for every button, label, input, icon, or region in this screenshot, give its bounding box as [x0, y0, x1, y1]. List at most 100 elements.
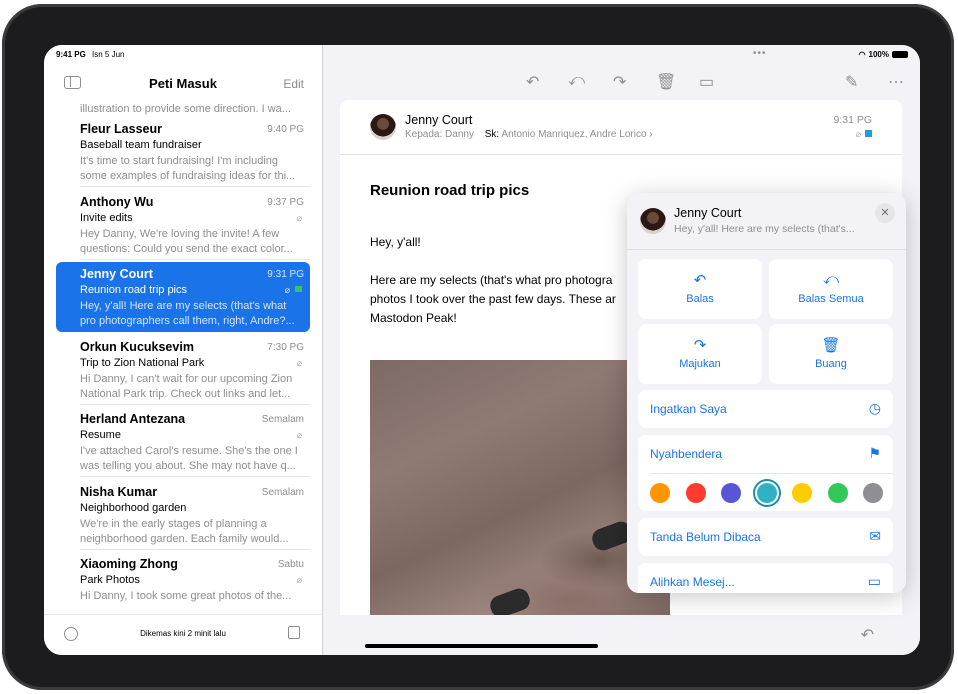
- list-item-subject: Trip to Zion National Park: [80, 356, 205, 369]
- trash-button[interactable]: 🗑 Buang: [769, 324, 893, 384]
- battery-icon: [892, 51, 908, 58]
- list-item-date: 9:37 PG: [267, 196, 304, 208]
- divider: [80, 403, 310, 405]
- list-item-subject: Park Photos: [80, 574, 140, 586]
- cc-value: Antonio Manriquez, Andre Lorico: [501, 129, 647, 140]
- flag-color-option[interactable]: [863, 483, 883, 503]
- unflag-icon[interactable]: ⚑: [868, 445, 881, 462]
- trash-label: Buang: [815, 358, 847, 370]
- flag-color-option[interactable]: [792, 483, 812, 503]
- list-item-sender: Fleur Lasseur: [80, 122, 162, 136]
- list-item[interactable]: Herland Antezana Semalam Resume I've attach…: [56, 407, 310, 477]
- list-item-subject: Reunion road trip pics: [80, 284, 188, 296]
- home-indicator[interactable]: [365, 644, 598, 648]
- forward-label: Majukan: [679, 358, 721, 370]
- mail-list[interactable]: illustration to provide some direction. …: [44, 101, 322, 607]
- list-item[interactable]: Anthony Wu 9:37 PG Invite edits Hey Danny, …: [56, 190, 310, 260]
- list-item-subject: Neighborhood garden: [80, 501, 187, 514]
- status-clock: 9:41 PG: [56, 50, 86, 59]
- attachment-icon: ⌀: [296, 430, 302, 440]
- list-item[interactable]: Nisha Kumar Semalam Neighborhood garden We'…: [56, 480, 310, 550]
- list-item-preview: We're in the early stages of planning a …: [80, 517, 289, 545]
- divider: [80, 476, 310, 477]
- message-subject: Reunion road trip pics: [370, 182, 530, 199]
- forward-icon: ↷: [693, 337, 707, 354]
- popover-sender: Jenny Court: [674, 206, 742, 220]
- remind-label: Ingatkan Saya: [650, 402, 727, 416]
- attachment-icon: ⌀: [855, 129, 861, 139]
- list-item-preview: Hey Danny, We're loving the invite! A fe…: [80, 227, 293, 255]
- attached-photo[interactable]: [370, 360, 670, 620]
- remind-me-button[interactable]: Ingatkan Saya ◷: [638, 390, 893, 428]
- list-item[interactable]: Fleur Lasseur 9:40 PG Baseball team fundra…: [56, 117, 310, 187]
- sidebar-footer: Dikemas kini 2 minit lalu: [44, 614, 322, 655]
- message-actions-popover: Jenny Court Hey, y'all! Here are my sele…: [627, 193, 906, 593]
- popover-header: Jenny Court Hey, y'all! Here are my sele…: [627, 193, 906, 250]
- list-item-date: 9:40 PG: [267, 124, 304, 135]
- wifi-icon: ◠: [858, 50, 866, 59]
- device-bezel: 9:41 PG Isn 5 Jun Peti Masuk Edit illust…: [2, 4, 954, 690]
- reply-icon[interactable]: ↶: [861, 625, 874, 645]
- flag-section: Nyahbendera ⚑: [638, 435, 893, 511]
- list-item-preview: I've attached Carol's resume. She's the …: [80, 445, 298, 472]
- unflag-label[interactable]: Nyahbendera: [650, 447, 722, 461]
- flag-color-option[interactable]: [685, 483, 706, 503]
- flag-color-option[interactable]: [827, 483, 848, 503]
- edit-button[interactable]: Edit: [283, 77, 304, 91]
- recipients[interactable]: Kepada: Danny Sk: Antonio Manriquez, And…: [405, 129, 653, 140]
- attachment-icon: ⌀: [296, 212, 302, 223]
- message-meta: ⌀: [856, 129, 872, 140]
- mailboxes-icon[interactable]: [288, 626, 300, 639]
- list-item-sender: Orkun Kucuksevim: [80, 339, 194, 354]
- flag-icon: [295, 286, 302, 292]
- reply-button[interactable]: ↶ Balas: [638, 259, 762, 319]
- list-item[interactable]: Orkun Kucuksevim 7:30 PG Trip to Zion Nati…: [56, 335, 310, 405]
- flag-color-option[interactable]: [721, 483, 741, 503]
- sidebar-header: Peti Masuk Edit: [44, 71, 322, 97]
- trash-icon[interactable]: 🗑: [656, 72, 676, 92]
- reply-label: Balas: [686, 293, 714, 305]
- mark-unread-label: Tanda Belum Dibaca: [650, 530, 761, 544]
- trash-icon: 🗑: [821, 337, 841, 354]
- attachment-icon: ⌀: [296, 575, 302, 585]
- folder-icon: ▭: [867, 573, 881, 589]
- sender-avatar[interactable]: [370, 114, 396, 140]
- folder-icon[interactable]: ▭: [699, 72, 714, 92]
- cc-label: Sk:: [484, 129, 500, 140]
- reply-all-label: Balas Semua: [798, 293, 864, 305]
- list-item-sender: Jenny Court: [80, 267, 153, 281]
- list-item-sender: Anthony Wu: [80, 194, 154, 209]
- battery-percent: 100%: [868, 50, 889, 59]
- list-item-preview: Hi Danny, I took some great photos of th…: [80, 590, 292, 602]
- list-item-date: Semalam: [261, 486, 304, 498]
- flag-color-option[interactable]: [650, 483, 670, 503]
- multitask-dots-icon[interactable]: •••: [753, 48, 767, 59]
- move-label: Alihkan Mesej...: [650, 575, 735, 589]
- status-right: ◠ 100%: [859, 50, 908, 59]
- close-icon[interactable]: ✕: [875, 203, 895, 223]
- reply-all-icon[interactable]: ⤺: [568, 72, 585, 90]
- list-item[interactable]: Jenny Court 9:31 PG Reunion road trip pics…: [56, 262, 310, 332]
- forward-icon[interactable]: ↷: [613, 72, 626, 92]
- reply-icon[interactable]: ↶: [526, 72, 539, 92]
- flag-color-option[interactable]: [756, 483, 777, 503]
- reply-all-button[interactable]: ⤺ Balas Semua: [769, 259, 893, 319]
- reply-icon: ↶: [693, 272, 707, 289]
- attachment-icon: ⌀: [296, 357, 302, 368]
- more-icon[interactable]: ⋯: [888, 72, 904, 92]
- message-time: 9:31 PG: [833, 114, 872, 126]
- divider: [650, 473, 893, 474]
- list-item-sender: Nisha Kumar: [80, 484, 158, 499]
- list-item[interactable]: Xiaoming Zhong Sabtu Park Photos Hi Danny, …: [56, 552, 310, 607]
- list-item-sender: Herland Antezana: [80, 412, 186, 426]
- sender-name[interactable]: Jenny Court: [405, 113, 472, 127]
- list-item-preview: Hi Danny, I can't wait for our upcoming …: [80, 372, 293, 400]
- compose-icon[interactable]: ✎: [845, 72, 858, 92]
- list-item-date: Semalam: [261, 414, 304, 425]
- forward-button[interactable]: ↷ Majukan: [638, 324, 762, 384]
- divider: [80, 186, 310, 187]
- chevron-right-icon: ›: [649, 129, 653, 140]
- move-message-button[interactable]: Alihkan Mesej... ▭: [638, 563, 893, 593]
- attachment-icon: ⌀: [284, 285, 290, 295]
- mark-unread-button[interactable]: Tanda Belum Dibaca ✉: [638, 518, 893, 556]
